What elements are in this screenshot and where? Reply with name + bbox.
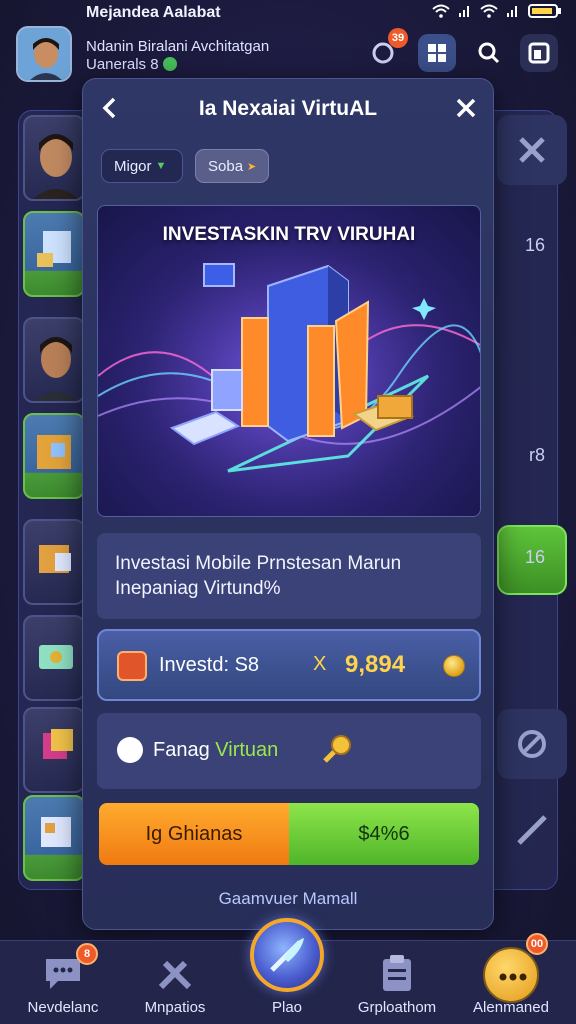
notifications-button[interactable]: 39 <box>364 28 408 72</box>
magnifier-icon <box>323 735 351 763</box>
invested-separator: X <box>313 653 327 675</box>
invested-value: 9,894 <box>345 651 406 678</box>
green-coin-icon <box>162 57 177 71</box>
list-item[interactable] <box>23 707 85 793</box>
reward-label-accent: Virtuan <box>215 739 279 761</box>
list-item[interactable] <box>23 615 85 701</box>
investment-illustration-icon <box>98 206 480 516</box>
person-portrait-icon <box>33 134 79 199</box>
background-panel-right <box>497 795 567 865</box>
clipboard-icon <box>383 955 411 991</box>
nav-label: Alenmaned <box>473 999 549 1016</box>
investment-modal: Ia Nexaiai VirtuAL Migor ▼ Soba ➤ INVEST… <box>82 78 494 930</box>
info-icon <box>117 737 143 763</box>
close-icon <box>519 137 545 163</box>
signal-icon <box>459 6 469 17</box>
search-button[interactable] <box>470 34 508 72</box>
cancel-icon <box>518 730 546 758</box>
close-icon <box>456 98 476 118</box>
list-item[interactable] <box>23 115 85 201</box>
person-portrait-icon <box>33 337 79 401</box>
reward-card[interactable]: Fanag Virtuan <box>97 713 481 789</box>
grid-icon <box>428 44 446 62</box>
crate-icon <box>41 817 71 847</box>
box-icon <box>39 545 71 573</box>
list-item[interactable] <box>23 413 85 499</box>
header-balance: Uanerals 8 <box>86 56 177 73</box>
nav-label: Nevdelanc <box>27 999 99 1016</box>
modal-title: Ia Nexaiai VirtuAL <box>198 97 378 120</box>
nav-label: Plao <box>271 999 303 1016</box>
battery-icon <box>528 4 561 18</box>
invested-label: Investd: S8 <box>159 654 260 676</box>
header-subtitle: Ndanin Biralani Avchitatgan <box>86 38 270 55</box>
wifi-icon <box>432 4 450 18</box>
card-icon <box>39 645 73 669</box>
header-balance-label: Uanerals 8 <box>86 56 159 73</box>
footer-link[interactable]: Gaamvuer Mamall <box>83 889 493 909</box>
filter-chip-soba[interactable]: Soba ➤ <box>195 149 269 183</box>
invested-summary[interactable]: Investd: S8 X 9,894 <box>97 629 481 701</box>
feather-icon <box>270 938 304 972</box>
background-panel-right <box>497 709 567 779</box>
reward-label-prefix: Fanag <box>153 739 216 761</box>
settings-button[interactable] <box>520 34 558 72</box>
list-item[interactable] <box>23 211 85 297</box>
tools-icon <box>517 815 547 845</box>
promo-banner: INVESTASKIN TRV VIRUHAI <box>97 205 481 517</box>
avatar[interactable] <box>16 26 72 82</box>
profile-portrait-icon <box>18 28 70 80</box>
nav-label: Grploathom <box>357 999 437 1016</box>
notification-badge: 39 <box>388 28 408 48</box>
status-icons <box>432 4 562 18</box>
play-orb-button[interactable] <box>250 918 324 992</box>
nav-item-tools[interactable]: Mnpatios <box>120 941 230 1024</box>
description-card: Investasi Mobile Prnstesan Marun Inepani… <box>97 533 481 619</box>
gift-icon <box>43 729 73 759</box>
wifi-icon-secondary <box>480 4 498 18</box>
nav-label: Mnpatios <box>144 999 206 1016</box>
signal-icon-secondary <box>507 6 517 17</box>
window-icon <box>528 42 550 64</box>
nav-item-more[interactable]: 00 Alenmaned <box>456 933 566 1024</box>
nav-item-clipboard[interactable]: Grploathom <box>342 941 452 1024</box>
modal-header: Ia Nexaiai VirtuAL <box>83 79 493 137</box>
description-text: Investasi Mobile Prnstesan Marun Inepani… <box>115 553 402 599</box>
chevron-down-icon: ▼ <box>155 160 167 172</box>
nav-badge: 8 <box>76 943 98 965</box>
chest-icon <box>37 435 71 469</box>
list-item[interactable] <box>23 795 85 881</box>
grid-menu-button[interactable] <box>418 34 456 72</box>
banner-title: INVESTASKIN TRV VIRUHAI <box>162 224 416 245</box>
nav-badge: 00 <box>526 933 548 955</box>
search-icon <box>478 42 500 64</box>
background-number: r8 <box>528 445 545 465</box>
invest-action-button[interactable]: Ig Ghianas $4%6 <box>97 801 481 867</box>
close-button[interactable] <box>451 93 481 123</box>
tools-icon <box>158 960 192 990</box>
more-icon <box>483 947 539 1003</box>
gold-coin-icon <box>443 655 465 677</box>
filter-chip-migor[interactable]: Migor ▼ <box>101 149 183 183</box>
arrow-right-icon: ➤ <box>247 160 257 173</box>
building-icon <box>37 231 71 267</box>
calendar-icon <box>117 651 147 681</box>
background-number: 16 <box>524 547 545 567</box>
reward-label: Fanag Virtuan <box>153 739 278 762</box>
background-panel-right <box>497 115 567 185</box>
action-left-label: Ig Ghianas <box>99 803 289 865</box>
chip-label: Migor <box>114 157 152 175</box>
chip-label: Soba <box>208 157 244 175</box>
action-right-label: $4%6 <box>289 803 479 865</box>
nav-item-chat[interactable]: 8 Nevdelanc <box>8 941 118 1024</box>
status-title: Mejandea Aalabat <box>86 4 221 21</box>
list-item[interactable] <box>23 519 85 605</box>
list-item[interactable] <box>23 317 85 403</box>
background-number: 16 <box>524 235 545 255</box>
